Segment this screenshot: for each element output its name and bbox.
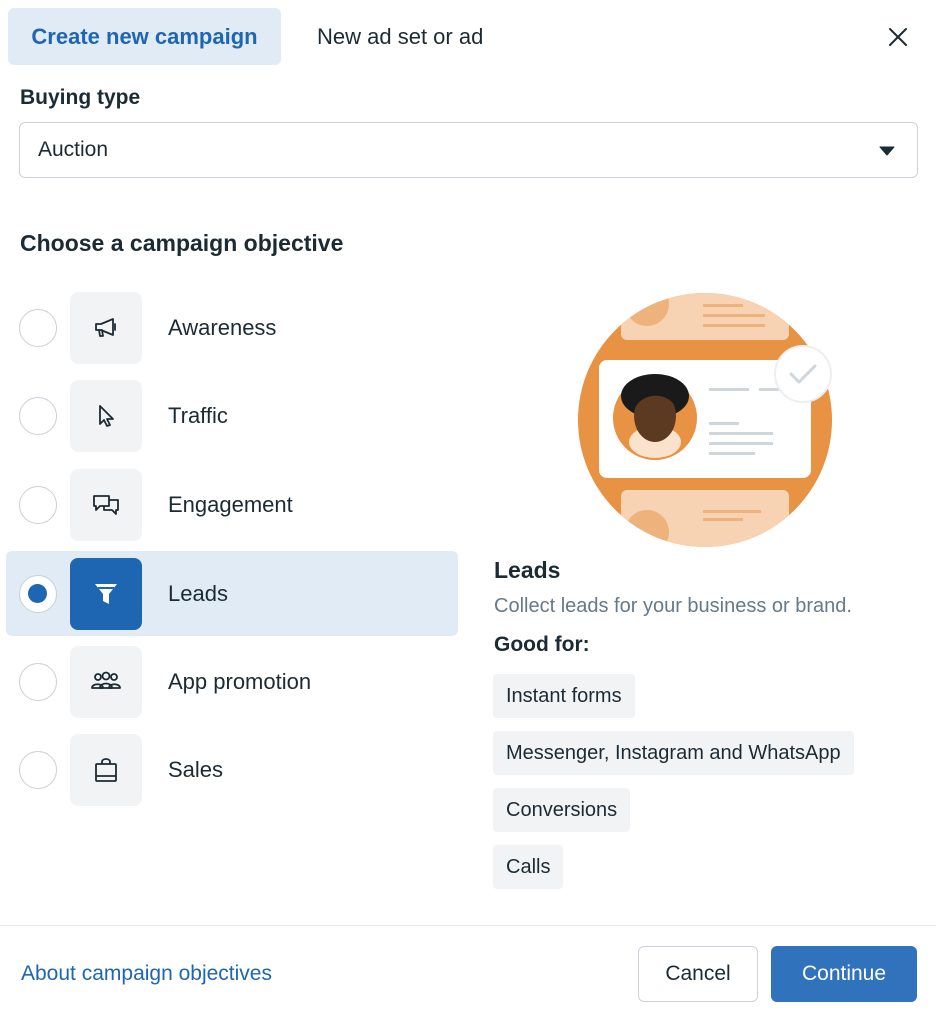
detail-title: Leads [494,557,561,583]
cancel-button[interactable]: Cancel [638,946,758,1002]
objective-label-traffic: Traffic [168,402,228,428]
chip-instant-forms: Instant forms [493,674,635,718]
chip-messenger: Messenger, Instagram and WhatsApp [493,731,854,775]
leads-icon-tile [70,557,142,630]
objective-app-promotion[interactable]: App promotion [6,639,458,724]
objective-heading: Choose a campaign objective [20,230,344,256]
tab-new-ad-set-or-ad[interactable]: New ad set or ad [300,8,500,65]
chip-calls: Calls [493,845,564,889]
buying-type-select[interactable]: Auction [19,122,918,178]
people-icon [91,671,121,689]
objective-label-leads: Leads [168,580,228,606]
about-campaign-objectives-link[interactable]: About campaign objectives [21,962,272,986]
funnel-icon [95,583,117,604]
leads-illustration [578,293,832,547]
radio-engagement[interactable] [19,485,57,524]
objective-traffic[interactable]: Traffic [6,373,458,458]
buying-type-label: Buying type [20,86,141,109]
megaphone-icon [95,317,116,337]
radio-awareness[interactable] [19,308,57,347]
chat-bubbles-icon [93,494,119,515]
chip-conversions: Conversions [493,788,631,832]
radio-leads[interactable] [19,574,57,613]
traffic-icon-tile [70,379,142,452]
awareness-icon-tile [70,291,142,364]
tab-create-new-campaign[interactable]: Create new campaign [8,8,281,65]
caret-down-icon [879,146,895,156]
objective-sales[interactable]: Sales [6,727,458,812]
sales-icon-tile [70,733,142,806]
continue-button[interactable]: Continue [771,946,917,1002]
radio-traffic[interactable] [19,396,57,435]
objective-label-app-promotion: App promotion [168,668,312,694]
buying-type-value: Auction [38,138,109,161]
objective-label-engagement: Engagement [168,491,293,517]
objective-label-sales: Sales [168,756,224,782]
cursor-icon [99,404,114,427]
engagement-icon-tile [70,468,142,541]
footer-divider [0,925,936,926]
shopping-bag-icon [95,757,117,782]
objective-awareness[interactable]: Awareness [6,285,458,370]
objective-engagement[interactable]: Engagement [6,462,458,547]
radio-app-promotion[interactable] [19,662,57,701]
radio-sales[interactable] [19,750,57,789]
objective-leads[interactable]: Leads [6,551,458,636]
detail-description: Collect leads for your business or brand… [494,595,852,617]
close-button[interactable] [876,18,920,56]
objective-label-awareness: Awareness [168,314,277,340]
good-for-label: Good for: [494,633,590,656]
close-icon [889,28,907,46]
app-promotion-icon-tile [70,645,142,718]
